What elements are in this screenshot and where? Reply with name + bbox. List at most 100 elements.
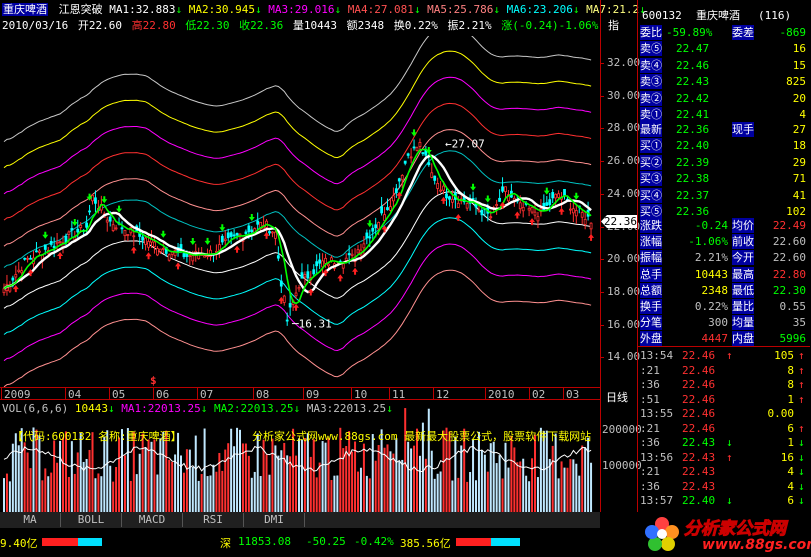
volume-bar (324, 442, 327, 512)
volume-bar (247, 455, 250, 512)
candle (55, 232, 59, 252)
sell-signal-icon (573, 192, 580, 200)
sell-signal-icon (160, 230, 167, 238)
sell-signal-icon (189, 237, 196, 245)
volume-bar (180, 455, 182, 512)
volume-bar (41, 480, 44, 512)
buy-price: 22.37 (676, 188, 710, 202)
volume-bar (480, 450, 483, 512)
stat-label: 前收 (732, 234, 754, 250)
stat-value: 10443 (694, 267, 728, 281)
tick-price: 22.46 (682, 363, 716, 377)
volume-bar (374, 460, 377, 512)
quote-row: 涨跌 -0.24 均价 22.49 (638, 218, 810, 233)
volume-bar (587, 437, 590, 512)
price-tick-label: 30.00 (607, 88, 641, 102)
volume-bar (79, 433, 82, 512)
stat-label: 振幅 (640, 250, 662, 266)
volume-bar (76, 452, 79, 512)
tick-time: 13:57 (640, 494, 674, 507)
tick-volume: 4 (787, 479, 794, 493)
candle (371, 224, 375, 240)
candle (14, 265, 18, 283)
volume-bar (513, 447, 516, 512)
candle (91, 193, 94, 205)
candle (409, 148, 413, 164)
indicator-name[interactable]: 江恩突破 (59, 3, 103, 16)
volume-bar (150, 441, 153, 512)
candle (155, 246, 159, 257)
candle (259, 221, 263, 231)
candle (400, 174, 404, 188)
volume-bar (404, 408, 407, 512)
tab-macd[interactable]: MACD (122, 513, 183, 527)
quote-row: :21 22.43 4 ↓ (638, 464, 810, 479)
volume-bar (418, 455, 421, 512)
index-label[interactable]: 深 (220, 535, 231, 551)
ma-legend-item: MA4:27.081 (341, 3, 414, 16)
tick-arrow-icon: ↓ (726, 494, 733, 507)
volume-bar (563, 467, 566, 512)
buy-signal-icon (558, 207, 565, 215)
candle (551, 189, 555, 203)
volume-bar (472, 439, 475, 512)
volume-bar (483, 454, 486, 512)
quote-row: :36 22.43 4 ↓ (638, 479, 810, 494)
tab-boll[interactable]: BOLL (61, 513, 122, 527)
stat-label: 今开 (732, 250, 754, 266)
buy-signal-icon (352, 267, 359, 275)
sell-volume: 15 (792, 58, 806, 72)
stat-label: 总额 (640, 282, 662, 298)
stock-name[interactable]: 重庆啤酒 (2, 3, 48, 16)
volume-bar (44, 468, 47, 512)
candle (536, 211, 540, 228)
candle (530, 206, 534, 215)
tab-rsi[interactable]: RSI (183, 513, 244, 527)
tab-dmi[interactable]: DMI (244, 513, 305, 527)
volume-bar (17, 445, 20, 512)
sell-signal-icon (248, 214, 255, 222)
x-tick-mark (65, 387, 66, 399)
tick-time: 13:56 (640, 450, 674, 464)
volume-bar (171, 461, 174, 512)
tick-time: :36 (640, 378, 660, 391)
buy-signal-icon (337, 274, 344, 282)
stat-label: 最低 (732, 282, 754, 298)
candle (88, 204, 91, 216)
status-right-bar (456, 538, 520, 546)
price-tick-label: 20.00 (607, 252, 641, 266)
tick-direction-icon: ↓ (798, 479, 805, 493)
tick-arrow-icon: ↑ (726, 450, 733, 464)
stat-value: 35 (792, 316, 806, 330)
ma-legend-item: MA6:23.206 (500, 3, 573, 16)
volume-bar (427, 408, 430, 512)
volume-chart[interactable] (0, 400, 600, 512)
price-chart[interactable]: ←27.07 ─16.31 (0, 36, 600, 388)
candle (527, 205, 531, 217)
sell-signal-icon (219, 224, 226, 232)
volume-bar (59, 440, 62, 512)
volume-bar (330, 480, 333, 512)
buy-signal-icon (57, 252, 64, 260)
volume-bar (197, 480, 200, 512)
sell-volume: 825 (786, 75, 806, 88)
candle (285, 312, 289, 326)
buy-signal-icon (234, 245, 241, 253)
period-label[interactable]: 日线 (606, 389, 628, 405)
stat-value: -0.24 (694, 219, 728, 232)
candle (563, 189, 566, 200)
stat-label: 换手 (640, 299, 662, 314)
tick-volume: 0.00 (767, 407, 795, 420)
sell-price: 22.41 (676, 108, 710, 121)
volume-bar (510, 436, 513, 512)
tick-direction-icon: ↑ (798, 421, 805, 435)
stock-code[interactable]: 600132 (642, 8, 682, 23)
tab-ma[interactable]: MA (0, 513, 61, 527)
volume-bar (188, 449, 191, 512)
candle (111, 220, 115, 233)
volume-bar (525, 475, 528, 512)
quote-row: 总额 2348 最低 22.30 (638, 282, 810, 298)
tick-direction-icon: ↓ (798, 450, 805, 464)
tick-price: 22.43 (682, 465, 716, 478)
volume-bar (569, 459, 572, 512)
